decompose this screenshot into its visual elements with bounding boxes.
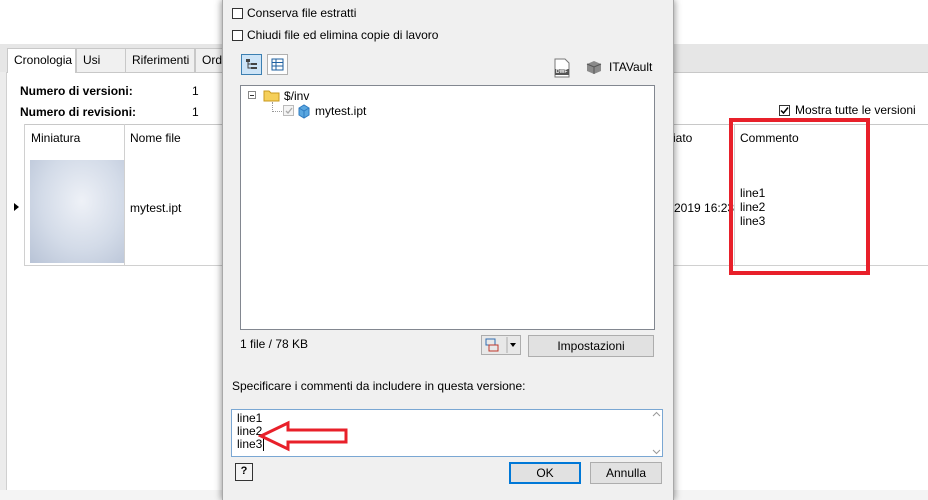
tab-label: Riferimenti bbox=[132, 53, 190, 67]
row-filename[interactable]: mytest.ipt bbox=[130, 201, 181, 215]
tree-view-icon bbox=[246, 59, 257, 69]
check-icon bbox=[285, 107, 293, 114]
checkbox-box[interactable] bbox=[779, 104, 790, 116]
revisions-value: 1 bbox=[192, 105, 199, 119]
collapse-icon[interactable] bbox=[248, 91, 256, 99]
current-row-marker-icon bbox=[14, 203, 19, 211]
grid-col-divider bbox=[124, 124, 125, 266]
dwf-icon-text: DWF bbox=[556, 69, 568, 75]
tab-label: Cronologia bbox=[14, 53, 73, 67]
tree-root-label[interactable]: $/inv bbox=[284, 89, 309, 103]
versions-label: Numero di versioni: bbox=[20, 84, 133, 98]
ok-button[interactable]: OK bbox=[509, 462, 581, 484]
file-summary: 1 file / 78 KB bbox=[240, 337, 309, 351]
revisions-label: Numero di revisioni: bbox=[20, 105, 137, 119]
checkbox-box[interactable] bbox=[232, 29, 243, 41]
check-icon bbox=[780, 106, 789, 114]
keep-checked-out-label: Conserva file estratti bbox=[247, 6, 357, 20]
comment-highlight-box bbox=[729, 118, 870, 275]
help-button[interactable]: ? bbox=[235, 463, 253, 481]
part-file-icon bbox=[296, 103, 312, 122]
column-header-date[interactable]: iato bbox=[673, 131, 692, 145]
options-icon bbox=[485, 337, 516, 353]
close-delete-copies-checkbox[interactable]: Chiudi file ed elimina copie di lavoro bbox=[232, 28, 438, 42]
tab-riferimenti[interactable]: Riferimenti bbox=[125, 48, 195, 72]
versions-value: 1 bbox=[192, 84, 199, 98]
show-all-versions-checkbox[interactable]: Mostra tutte le versioni bbox=[779, 103, 916, 117]
textarea-scrollbar[interactable] bbox=[651, 410, 662, 456]
options-dropdown-button[interactable] bbox=[481, 335, 521, 355]
grid-left-border bbox=[24, 124, 25, 266]
tree-child-label[interactable]: mytest.ipt bbox=[315, 104, 366, 118]
file-thumbnail bbox=[30, 160, 124, 263]
window-left-edge bbox=[0, 72, 7, 500]
keep-checked-out-checkbox[interactable]: Conserva file estratti bbox=[232, 6, 356, 20]
column-header-filename[interactable]: Nome file bbox=[130, 131, 181, 145]
item-checkbox[interactable] bbox=[283, 105, 294, 116]
tree-view-button[interactable] bbox=[241, 54, 262, 75]
close-delete-copies-label: Chiudi file ed elimina copie di lavoro bbox=[247, 28, 439, 42]
show-all-versions-label: Mostra tutte le versioni bbox=[795, 103, 916, 117]
scroll-arrows-icon bbox=[652, 411, 661, 455]
checkbox-box[interactable] bbox=[232, 7, 243, 19]
settings-button[interactable]: Impostazioni bbox=[528, 335, 654, 357]
tab-label: Ord bbox=[202, 53, 223, 67]
vault-icon bbox=[585, 59, 603, 78]
tab-cronologia[interactable]: Cronologia bbox=[7, 48, 76, 73]
vault-label: ITAVault bbox=[609, 60, 653, 74]
list-view-button[interactable] bbox=[267, 54, 288, 75]
tab-usi[interactable]: Usi bbox=[76, 48, 126, 72]
cancel-button[interactable]: Annulla bbox=[590, 462, 662, 484]
list-view-icon bbox=[271, 58, 284, 71]
column-header-thumbnail[interactable]: Miniatura bbox=[31, 131, 80, 145]
tab-label: Usi bbox=[83, 53, 101, 67]
red-arrow-annotation bbox=[258, 420, 348, 452]
tab-ordine[interactable]: Ord bbox=[195, 48, 225, 72]
row-date[interactable]: 2019 16:23 bbox=[674, 201, 734, 215]
comment-prompt: Specificare i commenti da includere in q… bbox=[232, 379, 526, 393]
